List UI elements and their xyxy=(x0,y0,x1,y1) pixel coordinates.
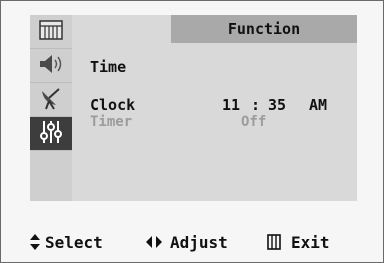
sidebar-item-picture[interactable] xyxy=(30,15,72,49)
exit-hint: Exit xyxy=(267,233,330,252)
picture-icon xyxy=(39,19,63,44)
sidebar-item-function[interactable] xyxy=(30,117,72,151)
menu-title: Function xyxy=(171,15,357,43)
adjust-hint: Adjust xyxy=(146,233,228,252)
left-right-arrow-icon xyxy=(146,236,162,248)
sidebar-item-sound[interactable] xyxy=(30,49,72,83)
sidebar-empty-slot xyxy=(30,151,72,201)
speaker-icon xyxy=(37,52,65,80)
menu-sidebar xyxy=(30,15,72,201)
sidebar-item-channel[interactable] xyxy=(30,83,72,117)
clock-minute[interactable]: 35 xyxy=(268,96,286,114)
timer-value: Off xyxy=(241,114,267,130)
select-hint: Select xyxy=(30,233,103,252)
clock-ampm[interactable]: AM xyxy=(309,96,327,114)
exit-label: Exit xyxy=(291,232,330,252)
menu-icon xyxy=(267,234,281,250)
select-label: Select xyxy=(45,232,103,252)
timer-label: Timer xyxy=(90,114,133,130)
clock-hour[interactable]: 11 xyxy=(222,96,240,114)
function-sliders-icon xyxy=(39,119,63,149)
adjust-label: Adjust xyxy=(170,232,228,252)
up-down-arrow-icon xyxy=(30,234,40,250)
clock-separator: : xyxy=(251,96,261,114)
time-section-label: Time xyxy=(90,58,127,76)
antenna-icon xyxy=(38,85,64,115)
clock-label[interactable]: Clock xyxy=(90,96,135,114)
footer-hints: Select Adjust Exit xyxy=(0,225,384,259)
